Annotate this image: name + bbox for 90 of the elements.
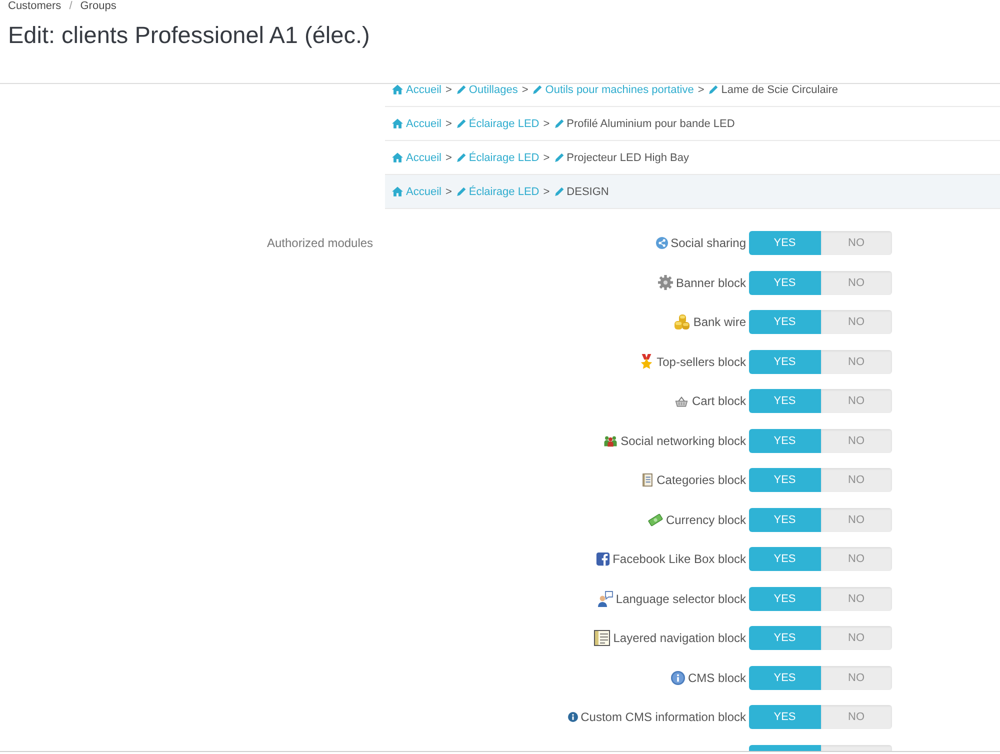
home-icon: [392, 186, 403, 197]
yes-option[interactable]: YES: [749, 705, 820, 730]
yes-option[interactable]: YES: [749, 389, 820, 414]
breadcrumb-link[interactable]: Customers: [8, 0, 62, 13]
pencil-icon: [554, 186, 564, 196]
path-separator: >: [543, 152, 550, 164]
basket-icon: [674, 394, 689, 408]
path-separator: >: [698, 84, 704, 96]
breadcrumb-separator: /: [69, 0, 72, 13]
f-logo-icon: [596, 552, 610, 566]
category-link[interactable]: Éclairage LED: [468, 152, 540, 164]
people-icon: [602, 434, 618, 448]
no-option[interactable]: NO: [820, 231, 892, 255]
path-separator: >: [445, 186, 452, 198]
path-separator: >: [445, 118, 452, 130]
no-option[interactable]: NO: [820, 705, 892, 730]
module-name: Top-sellers block: [656, 354, 746, 369]
home-icon: [392, 118, 403, 129]
no-option[interactable]: NO: [820, 428, 892, 453]
category-link[interactable]: Outillages: [468, 84, 518, 96]
category-name: Profilé Aluminium pour bande LED: [566, 118, 735, 130]
path-separator: >: [445, 152, 452, 164]
no-option[interactable]: NO: [820, 389, 892, 414]
yes-option[interactable]: YES: [749, 468, 820, 492]
no-option[interactable]: NO: [820, 310, 892, 334]
yes-option[interactable]: YES: [749, 350, 820, 374]
no-option[interactable]: NO: [820, 270, 892, 295]
module-name: Social sharing: [670, 236, 746, 250]
coins-icon: [674, 314, 690, 330]
pencil-icon: [456, 118, 466, 128]
category-link[interactable]: Accueil: [406, 152, 442, 164]
no-option[interactable]: NO: [820, 547, 892, 572]
module-name: Banner block: [676, 276, 746, 290]
pencil-icon: [554, 118, 564, 128]
pencil-icon: [456, 186, 466, 196]
category-link[interactable]: Outils pour machines portative: [545, 84, 694, 96]
no-option[interactable]: NO: [820, 666, 892, 690]
no-option[interactable]: NO: [820, 586, 892, 611]
person-speech-icon: [596, 590, 613, 607]
info-icon: [670, 670, 685, 685]
page-title: Edit: clients Professionel A1 (élec.): [8, 21, 370, 49]
module-name: Bank wire: [693, 315, 746, 330]
category-link[interactable]: Éclairage LED: [468, 118, 540, 130]
yes-option[interactable]: YES: [749, 270, 820, 295]
star-medal-icon: [638, 354, 654, 370]
category-name: Lame de Scie Circulaire: [721, 84, 838, 96]
section-label: Authorized modules: [267, 235, 374, 252]
module-name: Layered navigation block: [613, 631, 746, 646]
category-link[interactable]: Accueil: [406, 186, 442, 198]
yes-option[interactable]: YES: [749, 231, 820, 255]
gear-icon: [658, 275, 673, 290]
yes-option[interactable]: YES: [749, 547, 820, 572]
module-name: Language selector block: [616, 592, 746, 606]
yes-option[interactable]: YES: [749, 428, 820, 453]
home-icon: [392, 84, 403, 95]
category-link[interactable]: Éclairage LED: [468, 186, 540, 198]
yes-option[interactable]: YES: [749, 666, 820, 690]
module-name: CMS block: [688, 670, 746, 685]
pencil-icon: [456, 152, 466, 162]
module-name: Custom CMS information block: [580, 710, 746, 724]
path-separator: >: [522, 84, 528, 96]
yes-option[interactable]: YES: [749, 310, 820, 334]
list-window-icon: [594, 630, 610, 646]
yes-option[interactable]: YES: [749, 626, 820, 650]
no-option[interactable]: NO: [820, 508, 892, 532]
path-separator: >: [543, 186, 550, 198]
document-icon: [640, 472, 654, 488]
path-separator: >: [543, 118, 550, 130]
path-separator: >: [445, 84, 452, 96]
category-link[interactable]: Accueil: [406, 118, 442, 130]
home-icon: [392, 152, 403, 163]
yes-option[interactable]: YES: [749, 586, 820, 611]
category-name: DESIGN: [566, 186, 609, 198]
breadcrumb-link[interactable]: Groups: [80, 0, 116, 13]
no-option[interactable]: [820, 744, 892, 751]
module-name: Facebook Like Box block: [612, 552, 746, 566]
category-link[interactable]: Accueil: [406, 84, 442, 96]
category-name: Projecteur LED High Bay: [566, 152, 689, 164]
module-name: Categories block: [656, 473, 746, 488]
share-icon: [656, 237, 668, 249]
no-option[interactable]: NO: [820, 468, 892, 492]
pencil-icon: [554, 152, 564, 162]
module-name: Currency block: [666, 512, 746, 527]
no-option[interactable]: NO: [820, 626, 892, 650]
info-icon: [568, 712, 578, 722]
module-name: Social networking block: [620, 434, 746, 448]
module-name: Cart block: [692, 394, 746, 408]
yes-option[interactable]: YES: [749, 508, 820, 532]
yes-option[interactable]: [749, 744, 820, 751]
no-option[interactable]: NO: [820, 350, 892, 374]
